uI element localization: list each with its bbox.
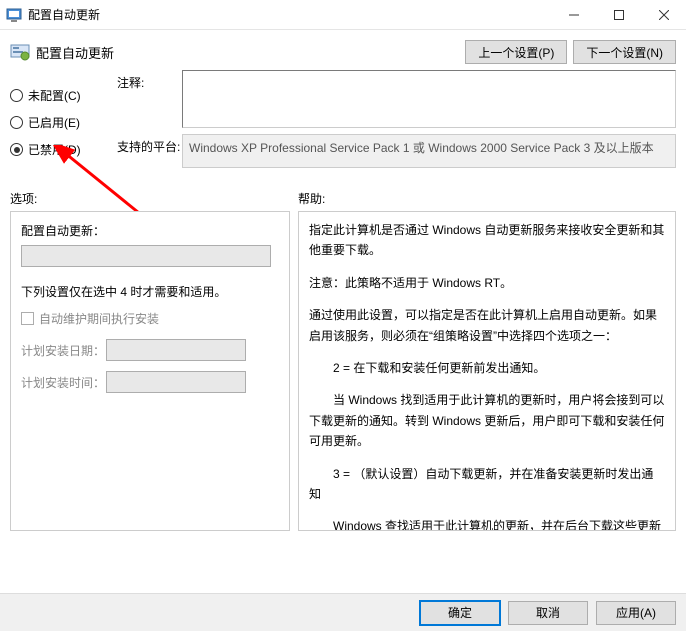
platform-value: Windows XP Professional Service Pack 1 或… bbox=[182, 134, 676, 168]
help-text: 当 Windows 找到适用于此计算机的更新时，用户将会接到可以下载更新的通知。… bbox=[309, 390, 665, 451]
radio-enabled[interactable]: 已启用(E) bbox=[10, 114, 117, 131]
configure-update-label: 配置自动更新： bbox=[21, 222, 279, 239]
comment-input[interactable] bbox=[182, 70, 676, 128]
comment-label: 注释: bbox=[117, 70, 182, 128]
options-label: 选项: bbox=[10, 190, 298, 207]
radio-icon bbox=[10, 116, 23, 129]
apply-button[interactable]: 应用(A) bbox=[596, 601, 676, 625]
radio-label: 已启用(E) bbox=[28, 114, 80, 131]
platform-label: 支持的平台: bbox=[117, 134, 182, 168]
install-time-select[interactable] bbox=[106, 371, 246, 393]
policy-icon bbox=[10, 42, 30, 62]
maintenance-checkbox-row[interactable]: 自动维护期间执行安装 bbox=[21, 310, 279, 327]
radio-disabled[interactable]: 已禁用(D) bbox=[10, 141, 117, 158]
close-button[interactable] bbox=[641, 0, 686, 29]
options-note: 下列设置仅在选中 4 时才需要和适用。 bbox=[21, 283, 279, 300]
configure-update-select[interactable] bbox=[21, 245, 271, 267]
help-label: 帮助: bbox=[298, 190, 676, 207]
next-setting-button[interactable]: 下一个设置(N) bbox=[573, 40, 676, 64]
checkbox-label: 自动维护期间执行安装 bbox=[39, 310, 159, 327]
install-day-select[interactable] bbox=[106, 339, 246, 361]
radio-not-configured[interactable]: 未配置(C) bbox=[10, 87, 117, 104]
maximize-button[interactable] bbox=[596, 0, 641, 29]
options-panel: 配置自动更新： 下列设置仅在选中 4 时才需要和适用。 自动维护期间执行安装 计… bbox=[10, 211, 290, 531]
help-panel[interactable]: 指定此计算机是否通过 Windows 自动更新服务来接收安全更新和其他重要下载。… bbox=[298, 211, 676, 531]
window-title: 配置自动更新 bbox=[28, 6, 100, 23]
install-day-label: 计划安装日期： bbox=[21, 342, 106, 359]
prev-setting-button[interactable]: 上一个设置(P) bbox=[465, 40, 567, 64]
app-icon bbox=[6, 7, 22, 23]
minimize-button[interactable] bbox=[551, 0, 596, 29]
radio-label: 已禁用(D) bbox=[28, 141, 81, 158]
help-text: Windows 查找适用于此计算机的更新，并在后台下载这些更新（在此过程中，用户… bbox=[309, 516, 665, 531]
titlebar: 配置自动更新 bbox=[0, 0, 686, 30]
checkbox-icon bbox=[21, 312, 34, 325]
install-time-label: 计划安装时间： bbox=[21, 374, 106, 391]
help-text: 指定此计算机是否通过 Windows 自动更新服务来接收安全更新和其他重要下载。 bbox=[309, 220, 665, 261]
footer: 确定 取消 应用(A) bbox=[0, 593, 686, 631]
radio-label: 未配置(C) bbox=[28, 87, 81, 104]
help-text: 通过使用此设置，可以指定是否在此计算机上启用自动更新。如果启用该服务，则必须在“… bbox=[309, 305, 665, 346]
radio-icon bbox=[10, 89, 23, 102]
help-text: 2 = 在下载和安装任何更新前发出通知。 bbox=[309, 358, 665, 378]
help-text: 注意：此策略不适用于 Windows RT。 bbox=[309, 273, 665, 293]
cancel-button[interactable]: 取消 bbox=[508, 601, 588, 625]
ok-button[interactable]: 确定 bbox=[420, 601, 500, 625]
help-text: 3 = （默认设置）自动下载更新，并在准备安装更新时发出通知 bbox=[309, 464, 665, 505]
page-title: 配置自动更新 bbox=[36, 43, 114, 62]
header-row: 配置自动更新 上一个设置(P) 下一个设置(N) bbox=[0, 30, 686, 70]
radio-icon bbox=[10, 143, 23, 156]
